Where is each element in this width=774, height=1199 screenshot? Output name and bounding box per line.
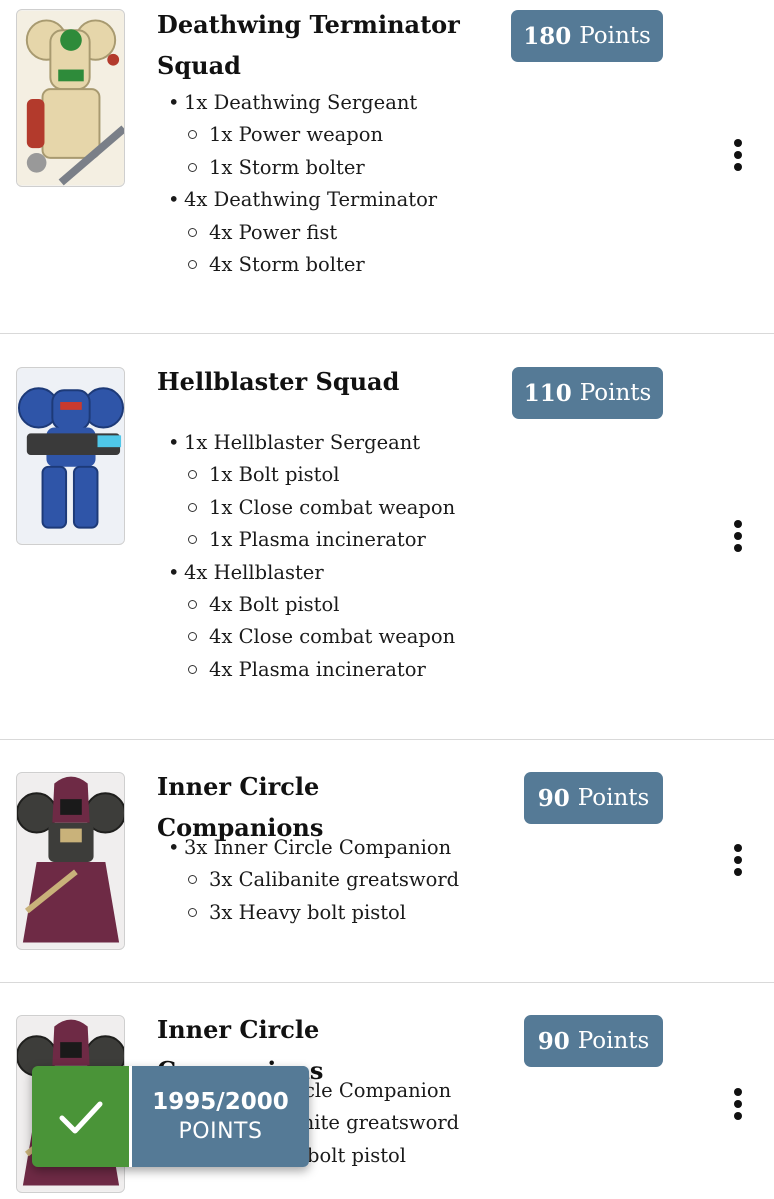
loadout-list: 1x Hellblaster Sergeant 1x Bolt pistol 1…: [168, 427, 455, 686]
unit-thumbnail[interactable]: [16, 772, 125, 950]
unit-thumbnail[interactable]: [16, 9, 125, 187]
points-badge: 90 Points: [524, 1015, 663, 1067]
wargear-item: 1x Power weapon: [168, 119, 437, 151]
deathwing-terminator-miniature-icon: [17, 10, 124, 186]
hollow-bullet-icon: [188, 664, 197, 674]
hollow-bullet-icon: [188, 227, 197, 237]
points-value: 180: [523, 22, 572, 50]
wargear-item: 3x Calibanite greatsword: [168, 864, 459, 896]
more-options-icon[interactable]: [724, 135, 752, 175]
valid-status: [32, 1066, 132, 1167]
loadout-list: 3x Inner Circle Companion 3x Calibanite …: [168, 832, 459, 929]
points-total-panel: 1995/2000 POINTS: [132, 1066, 309, 1167]
wargear-item: 4x Close combat weapon: [168, 621, 455, 653]
wargear-item: 1x Close combat weapon: [168, 492, 455, 524]
wargear-item: 4x Power fist: [168, 217, 437, 249]
model-group: 4x Hellblaster: [168, 557, 455, 589]
hollow-bullet-icon: [188, 502, 197, 512]
wargear-item: 3x Heavy bolt pistol: [168, 897, 459, 929]
points-badge: 90 Points: [524, 772, 663, 824]
unit-title: Deathwing Terminator Squad: [157, 10, 460, 80]
unit-card-deathwing: Deathwing Terminator Squad 180 Points 1x…: [0, 0, 774, 333]
points-label: Points: [577, 785, 650, 811]
points-total-label: POINTS: [178, 1118, 263, 1144]
points-label: Points: [579, 380, 652, 406]
points-value: 90: [537, 1027, 570, 1055]
unit-card-inner-circle: Inner Circle Companions 90 Points 3x Inn…: [0, 740, 774, 982]
inner-circle-companion-miniature-icon: [17, 773, 124, 949]
model-group: 1x Hellblaster Sergeant: [168, 427, 455, 459]
hollow-bullet-icon: [188, 599, 197, 609]
hollow-bullet-icon: [188, 875, 197, 885]
points-total-value: 1995/2000: [152, 1088, 289, 1115]
model-group: 4x Deathwing Terminator: [168, 184, 437, 216]
unit-thumbnail[interactable]: [16, 367, 125, 545]
wargear-item: 4x Plasma incinerator: [168, 654, 455, 686]
points-total-toast[interactable]: 1995/2000 POINTS: [32, 1066, 309, 1167]
hollow-bullet-icon: [188, 130, 197, 140]
hollow-bullet-icon: [188, 907, 197, 917]
wargear-item: 1x Plasma incinerator: [168, 524, 455, 556]
unit-card-hellblaster: Hellblaster Squad 110 Points 1x Hellblas…: [0, 334, 774, 739]
unit-title: Hellblaster Squad: [157, 367, 400, 396]
wargear-item: 4x Storm bolter: [168, 249, 437, 281]
points-label: Points: [579, 23, 651, 49]
wargear-item: 1x Storm bolter: [168, 152, 437, 184]
loadout-list: 1x Deathwing Sergeant 1x Power weapon 1x…: [168, 87, 437, 281]
more-options-icon[interactable]: [724, 840, 752, 880]
points-value: 90: [537, 784, 570, 812]
hollow-bullet-icon: [188, 162, 197, 172]
model-group: 1x Deathwing Sergeant: [168, 87, 437, 119]
points-value: 110: [523, 379, 572, 407]
points-label: Points: [577, 1028, 650, 1054]
hellblaster-miniature-icon: [17, 368, 124, 544]
hollow-bullet-icon: [188, 470, 197, 480]
hollow-bullet-icon: [188, 259, 197, 269]
points-badge: 180 Points: [511, 10, 663, 62]
points-badge: 110 Points: [512, 367, 663, 419]
more-options-icon[interactable]: [724, 516, 752, 556]
wargear-item: 4x Bolt pistol: [168, 589, 455, 621]
more-options-icon[interactable]: [724, 1084, 752, 1124]
wargear-item: 1x Bolt pistol: [168, 459, 455, 491]
hollow-bullet-icon: [188, 535, 197, 545]
checkmark-icon: [59, 1101, 102, 1133]
hollow-bullet-icon: [188, 632, 197, 642]
model-group: 3x Inner Circle Companion: [168, 832, 459, 864]
